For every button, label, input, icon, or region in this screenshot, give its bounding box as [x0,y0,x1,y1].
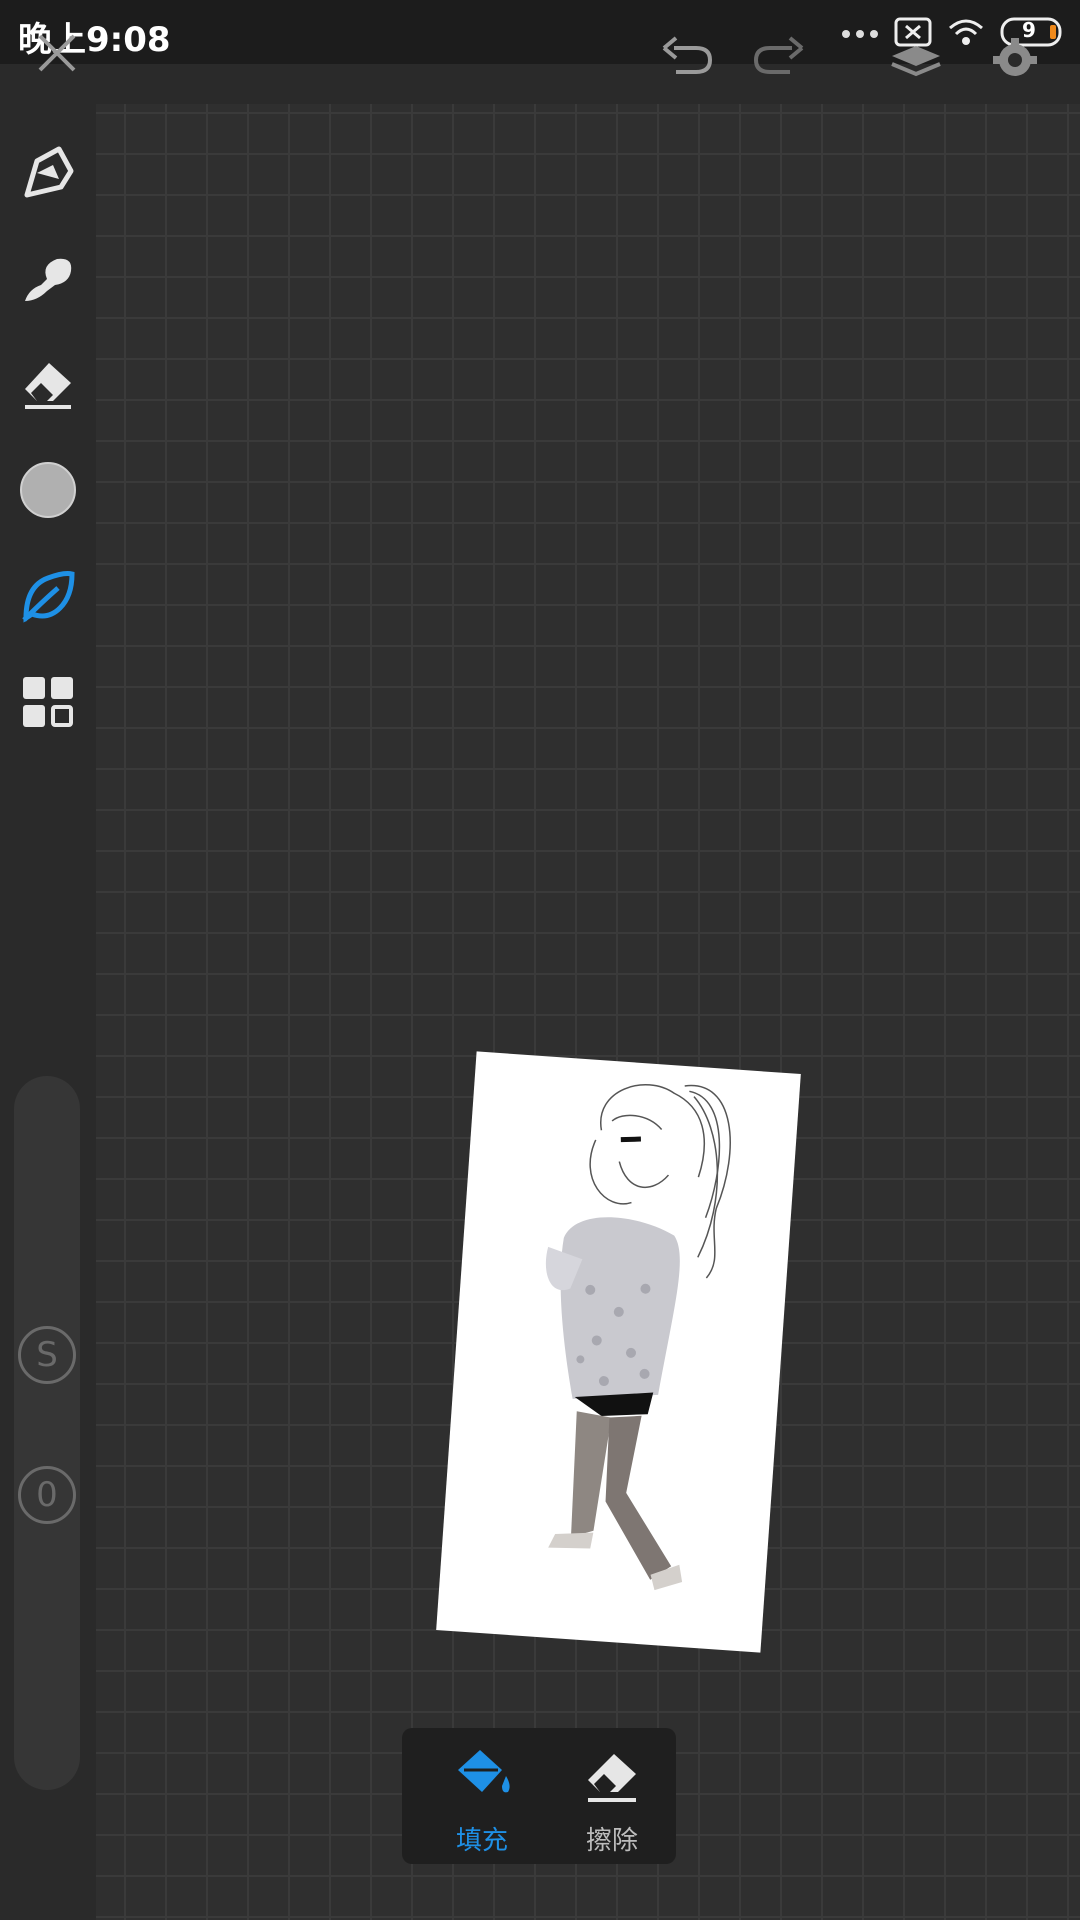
undo-icon[interactable] [660,30,716,80]
eraser-icon[interactable] [14,350,82,418]
erase-label: 擦除 [585,1826,638,1856]
opacity-slider-knob[interactable]: 0 [18,1466,76,1524]
opacity-knob-label: 0 [36,1475,58,1515]
wifi-icon [946,16,986,52]
size-slider-knob[interactable]: S [18,1326,76,1384]
eraser-icon [582,1748,642,1808]
fill-tool-panel: 填充 擦除 [402,1728,676,1864]
leaf-brush-icon[interactable] [14,562,82,630]
color-swatch[interactable] [14,456,82,524]
size-knob-label: S [36,1335,58,1375]
fill-label: 填充 [455,1826,508,1856]
dots-icon [840,25,880,44]
layers-icon[interactable] [890,44,942,82]
gallery-grid-icon[interactable] [14,668,82,736]
smudge-icon[interactable] [14,244,82,312]
sketch-figure [545,1084,731,1591]
close-icon[interactable] [34,30,80,80]
pen-icon[interactable] [14,138,82,206]
fill-button[interactable]: 填充 [422,1728,542,1864]
brush-slider-track[interactable] [14,1076,80,1790]
erase-button[interactable]: 擦除 [552,1728,672,1864]
redo-icon[interactable] [750,30,806,80]
drawing-canvas[interactable] [96,104,1080,1920]
settings-icon[interactable] [990,36,1040,84]
paint-bucket-icon [452,1746,516,1808]
canvas-image-layer[interactable] [436,1051,801,1653]
